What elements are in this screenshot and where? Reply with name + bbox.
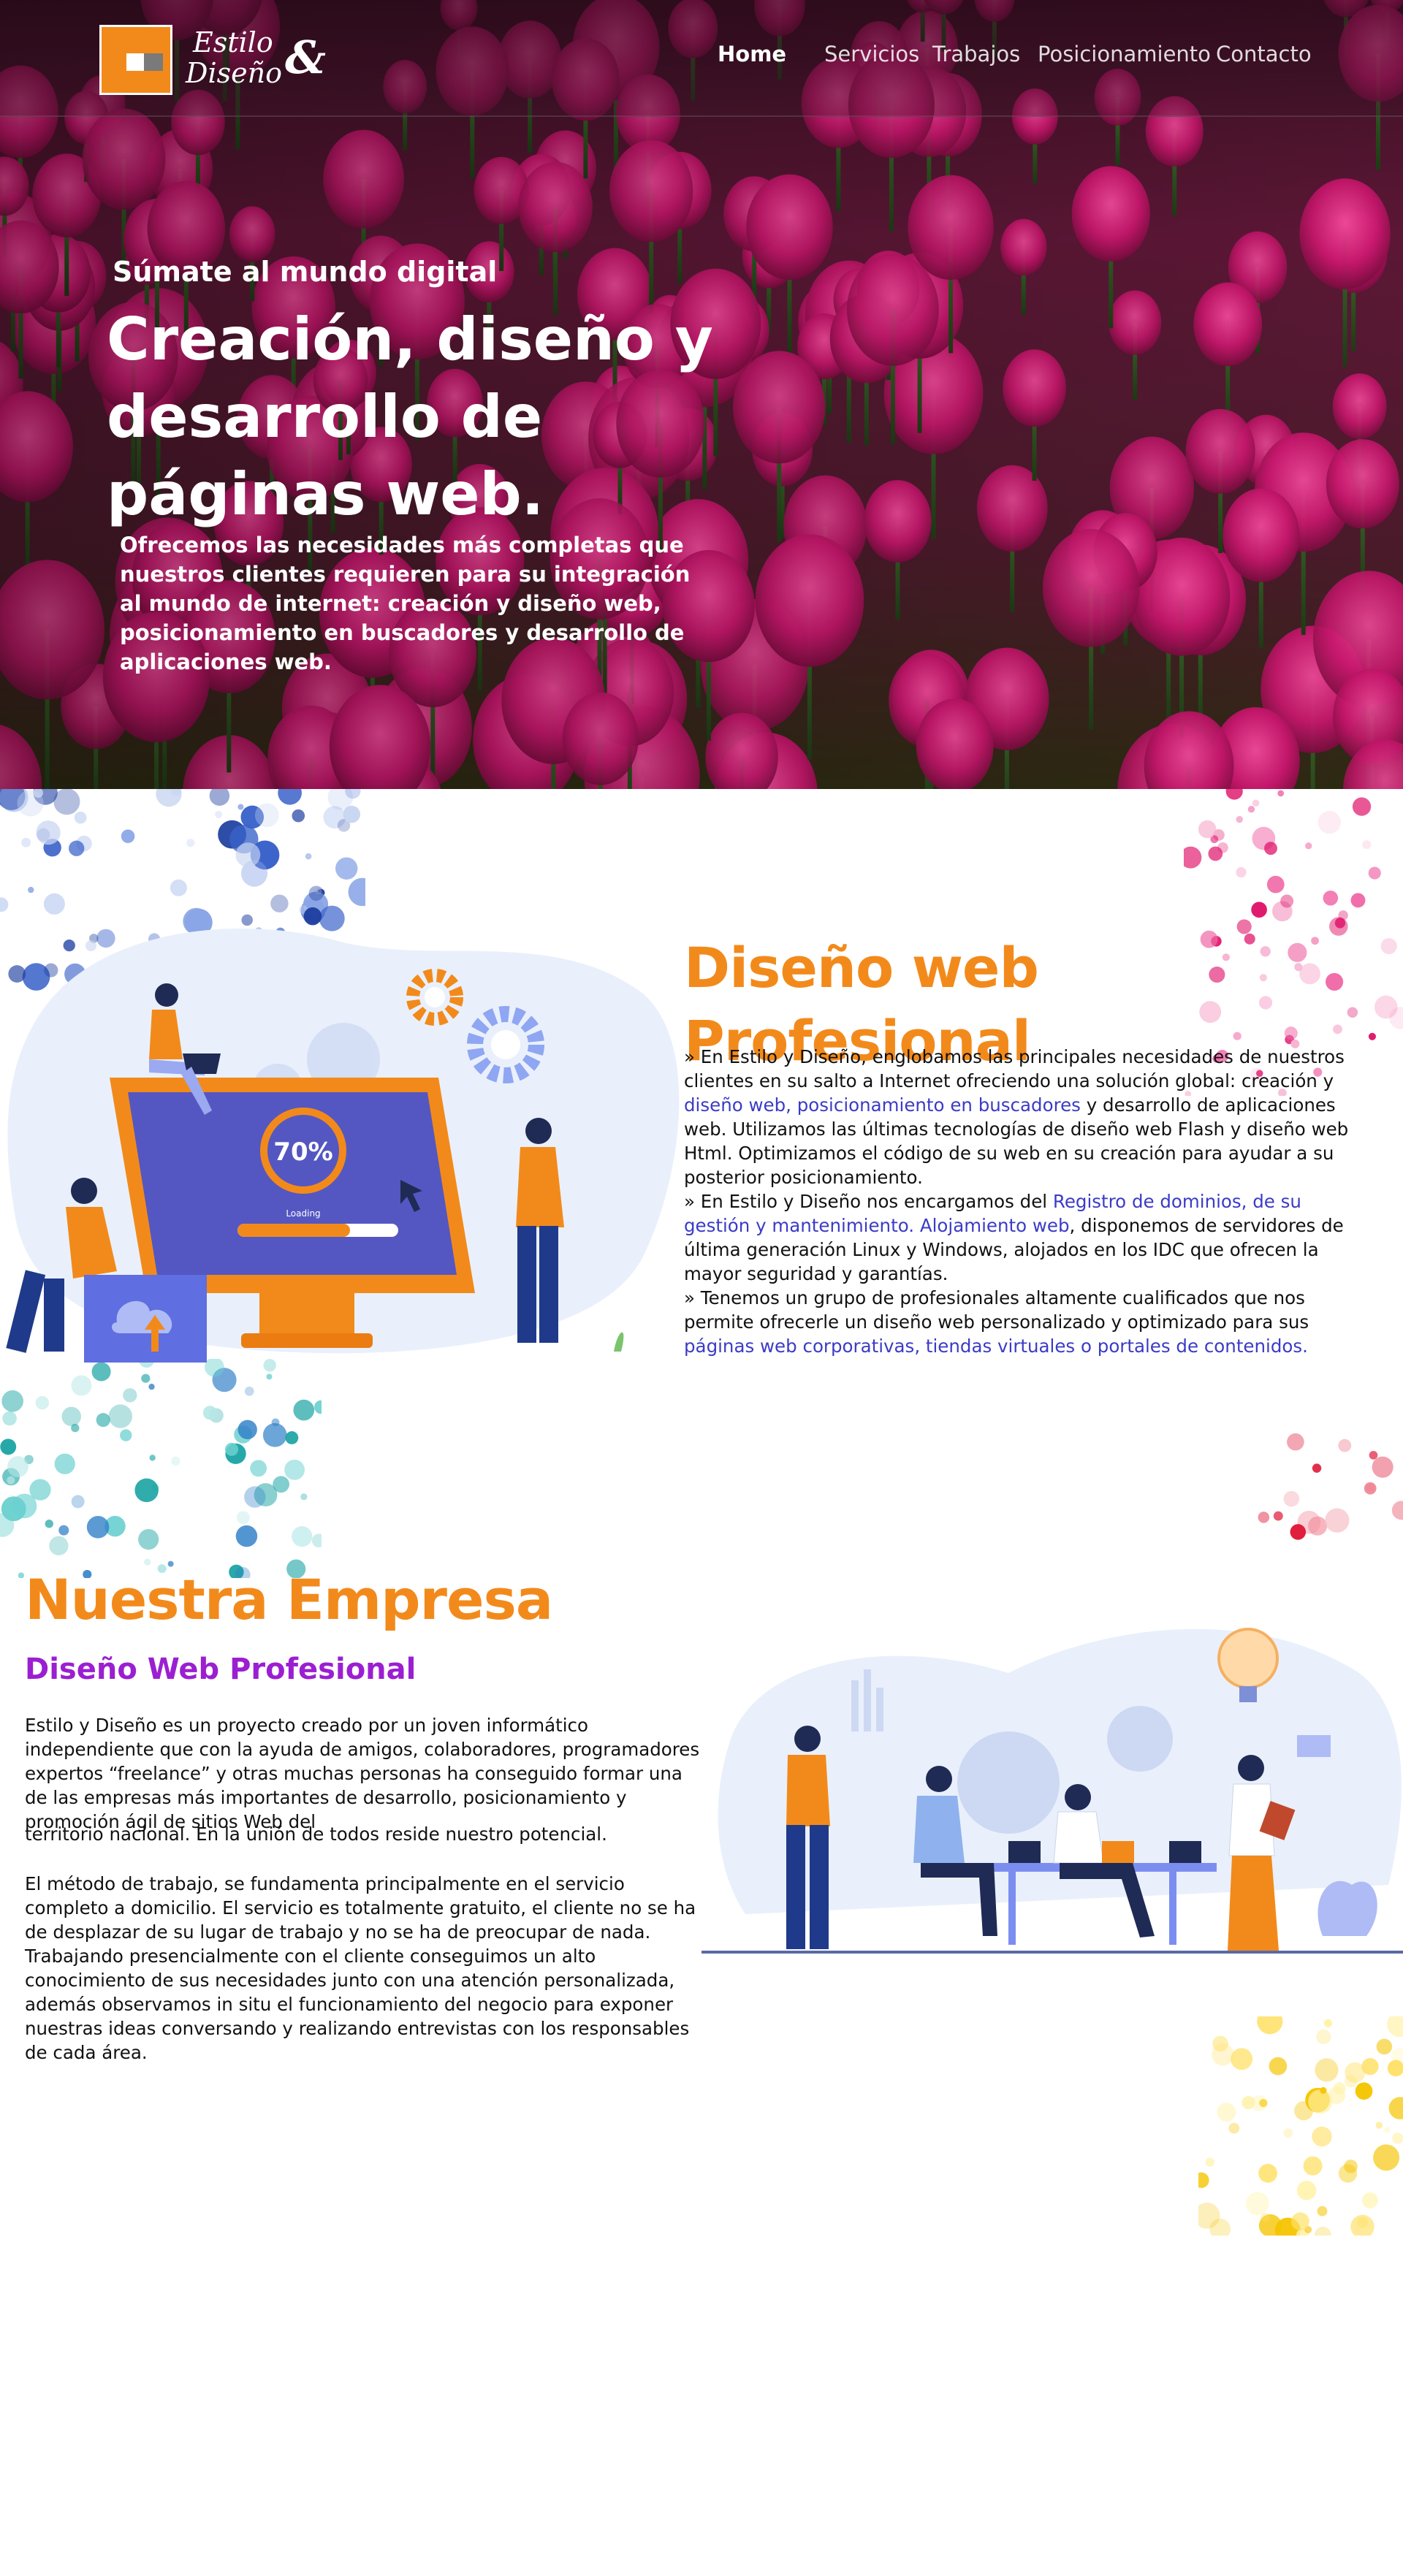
logo-mark bbox=[99, 25, 172, 95]
logo-text-diseno: Diseño bbox=[186, 57, 282, 89]
red-dots-decoration bbox=[1258, 1433, 1403, 1540]
top-navigation: Estilo Diseño & Home Servicios Trabajos … bbox=[0, 0, 1403, 117]
laptop-icon bbox=[1102, 1841, 1134, 1863]
progress-percent-label: 70% bbox=[273, 1138, 332, 1167]
laptop-icon bbox=[1008, 1841, 1041, 1863]
nav-trabajos[interactable]: Trabajos bbox=[932, 41, 1020, 67]
text-segment: » En Estilo y Diseño nos encargamos del bbox=[684, 1191, 1053, 1212]
section2-paragraph-1: Estilo y Diseño es un proyecto creado po… bbox=[25, 1715, 700, 1832]
section-title-nuestra-empresa: Nuestra Empresa bbox=[25, 1567, 553, 1632]
yellow-dots-decoration bbox=[1198, 2016, 1403, 2236]
teal-dots-decoration bbox=[0, 1359, 322, 1578]
logo-text-estilo: Estilo bbox=[193, 26, 273, 58]
hero-description: Ofrecemos las necesidades más completas … bbox=[120, 533, 691, 674]
team-meeting-illustration bbox=[702, 1628, 1403, 1954]
laptop-icon bbox=[1169, 1841, 1201, 1863]
logo-ampersand: & bbox=[285, 31, 326, 84]
nav-servicios[interactable]: Servicios bbox=[824, 41, 919, 67]
loading-progress-bar bbox=[237, 1224, 350, 1237]
section2-paragraph-2: territorio nacional. En la unión de todo… bbox=[25, 1824, 607, 1845]
web-design-illustration: 70% Loading bbox=[6, 928, 680, 1363]
section1-paragraph-3: » Tenemos un grupo de profesionales alta… bbox=[684, 1286, 1371, 1358]
section1-paragraph-1: » En Estilo y Diseño, englobamos las pri… bbox=[684, 1045, 1371, 1189]
plant-icon bbox=[1318, 1880, 1377, 1936]
section-subtitle: Diseño Web Profesional bbox=[25, 1653, 417, 1686]
hero-section: Estilo Diseño & Home Servicios Trabajos … bbox=[0, 0, 1403, 789]
loading-label: Loading bbox=[286, 1208, 320, 1219]
text-segment: » Tenemos un grupo de profesionales alta… bbox=[684, 1287, 1309, 1333]
hero-kicker: Súmate al mundo digital bbox=[113, 256, 498, 288]
text-segment: » En Estilo y Diseño, englobamos las pri… bbox=[684, 1046, 1345, 1091]
nav-home[interactable]: Home bbox=[718, 41, 786, 67]
envelope-icon bbox=[1297, 1735, 1331, 1757]
section2-paragraph-3: El método de trabajo, se fundamenta prin… bbox=[25, 1873, 696, 2063]
hero-title: Creación, diseño y desarrollo de páginas… bbox=[107, 305, 713, 528]
nav-contacto[interactable]: Contacto bbox=[1216, 41, 1312, 67]
link-paginas-corporativas[interactable]: páginas web corporativas, tiendas virtua… bbox=[684, 1335, 1308, 1357]
site-logo[interactable]: Estilo Diseño & bbox=[99, 25, 333, 98]
link-diseno-posicionamiento[interactable]: diseño web, posicionamiento en buscadore… bbox=[684, 1094, 1081, 1116]
section1-paragraph-2: » En Estilo y Diseño nos encargamos del … bbox=[684, 1189, 1371, 1286]
nav-posicionamiento[interactable]: Posicionamiento bbox=[1038, 41, 1211, 67]
